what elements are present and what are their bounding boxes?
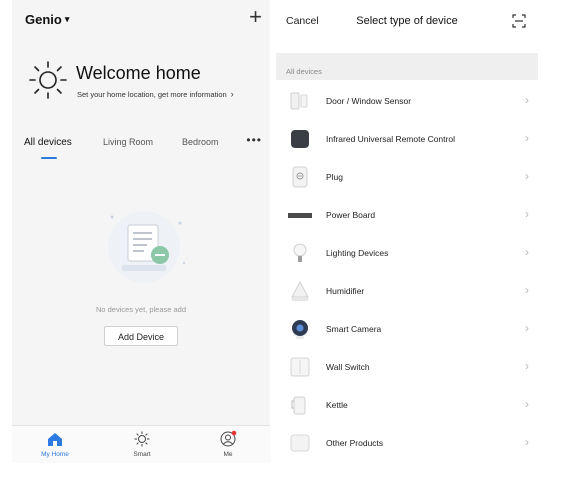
door-sensor-icon (290, 92, 308, 110)
plug-icon (292, 166, 308, 188)
kettle-icon (291, 396, 306, 415)
list-item[interactable]: Smart Camera › (276, 310, 538, 348)
list-item[interactable]: Power Board › (276, 196, 538, 234)
section-header: All devices (276, 53, 538, 80)
other-products-icon (290, 434, 310, 452)
add-device-button[interactable]: Add Device (104, 326, 178, 346)
empty-devices-illustration (108, 211, 186, 283)
chevron-right-icon: › (525, 93, 529, 107)
device-type-list: Door / Window Sensor › Infrared Universa… (276, 82, 538, 462)
chevron-right-icon: › (230, 89, 234, 99)
device-label: Humidifier (326, 286, 365, 296)
set-location-link[interactable]: Set your home location, get more informa… (77, 89, 234, 99)
device-label: Plug (326, 172, 344, 182)
list-item[interactable]: Other Products › (276, 424, 538, 462)
device-label: Kettle (326, 400, 348, 410)
chevron-right-icon: › (525, 321, 529, 335)
list-item[interactable]: Humidifier › (276, 272, 538, 310)
device-label: Other Products (326, 438, 384, 448)
humidifier-icon (291, 280, 309, 301)
active-tab-indicator (41, 157, 57, 159)
chevron-right-icon: › (525, 435, 529, 449)
tab-living-room[interactable]: Living Room (103, 137, 153, 147)
empty-state-text: No devices yet, please add (95, 305, 187, 314)
tabbar-label: My Home (41, 451, 69, 458)
home-name: Genio (25, 12, 62, 27)
select-device-screen: Cancel Select type of device All devices… (276, 0, 538, 470)
list-item[interactable]: Wall Switch › (276, 348, 538, 386)
sun-icon (29, 61, 67, 99)
tab-bedroom[interactable]: Bedroom (182, 137, 219, 147)
device-label: Smart Camera (326, 324, 382, 334)
device-label: Power Board (326, 210, 376, 220)
chevron-right-icon: › (525, 131, 529, 145)
tabbar-smart[interactable]: Smart (112, 430, 172, 458)
list-item[interactable]: Infrared Universal Remote Control › (276, 120, 538, 158)
room-tabs: All devices Living Room Bedroom ••• (12, 133, 270, 161)
home-screen: Genio ▾ + Welcome home Set your home loc… (12, 0, 270, 463)
chevron-right-icon: › (525, 397, 529, 411)
list-item[interactable]: Plug › (276, 158, 538, 196)
wall-switch-icon (290, 357, 310, 377)
bulb-icon (293, 243, 307, 262)
device-label: Door / Window Sensor (326, 96, 412, 106)
welcome-subtitle: Set your home location, get more informa… (77, 89, 227, 99)
chevron-right-icon: › (525, 207, 529, 221)
list-item[interactable]: Kettle › (276, 386, 538, 424)
tab-all-devices[interactable]: All devices (24, 137, 72, 148)
tabbar-label: Me (223, 451, 233, 458)
list-item[interactable]: Lighting Devices › (276, 234, 538, 272)
chevron-right-icon: › (525, 283, 529, 297)
sun-icon (134, 431, 150, 447)
more-icon[interactable]: ••• (246, 133, 262, 147)
device-label: Wall Switch (326, 362, 370, 372)
list-item[interactable]: Door / Window Sensor › (276, 82, 538, 120)
home-icon (48, 432, 62, 446)
chevron-right-icon: › (525, 359, 529, 373)
user-icon (220, 430, 237, 447)
tabbar-my-home[interactable]: My Home (25, 430, 85, 458)
bottom-tab-bar: My Home Smart Me (12, 425, 270, 463)
add-icon[interactable]: + (249, 6, 262, 28)
device-label: Infrared Universal Remote Control (326, 134, 455, 144)
scan-icon[interactable] (512, 14, 526, 28)
chevron-right-icon: › (525, 169, 529, 183)
chevron-right-icon: › (525, 245, 529, 259)
home-selector[interactable]: Genio ▾ (25, 12, 69, 27)
tabbar-me[interactable]: Me (198, 430, 258, 458)
camera-icon (292, 320, 308, 339)
device-label: Lighting Devices (326, 248, 389, 258)
tabbar-label: Smart (133, 451, 151, 458)
page-title: Select type of device (356, 15, 458, 27)
welcome-title: Welcome home (76, 63, 201, 83)
ir-remote-icon (291, 130, 309, 148)
power-board-icon (288, 213, 312, 218)
chevron-down-icon: ▾ (64, 14, 70, 24)
